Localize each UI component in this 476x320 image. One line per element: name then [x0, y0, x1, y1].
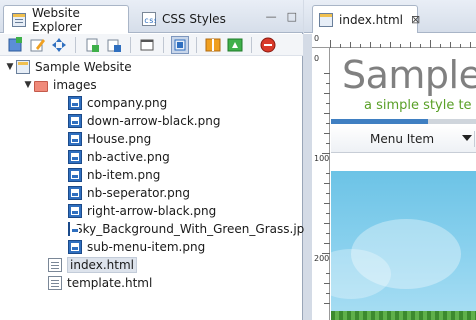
toolbar-separator	[251, 36, 252, 53]
preview-divider-accent	[331, 119, 428, 124]
tree-item-label: nb-active.png	[87, 150, 170, 164]
tree-item-label: sub-menu-item.png	[87, 240, 206, 254]
website-explorer-icon	[12, 12, 26, 27]
tree-item-label: Sky_Background_With_Green_Grass.jpg	[75, 222, 312, 236]
maximize-button[interactable]: □	[287, 10, 297, 23]
image-file-icon	[68, 240, 82, 254]
preview-site-title: Sample	[342, 53, 476, 97]
html-file-icon	[48, 276, 62, 290]
toolbar-separator	[75, 36, 76, 53]
website-explorer-panel: Website Explorer css CSS Styles — □	[0, 0, 312, 320]
tab-css-styles-label: CSS Styles	[162, 12, 226, 26]
file-tree: ▼ Sample Website ▼ images company.png do…	[0, 58, 312, 292]
tree-item-label: right-arrow-black.png	[87, 204, 217, 218]
move-icon[interactable]	[50, 36, 68, 54]
tree-item-label: template.html	[67, 276, 153, 290]
tree-folder-images[interactable]: ▼ images	[0, 76, 303, 94]
close-tab-icon[interactable]: ⊠	[411, 13, 420, 26]
editor-tab-bar: index.html ⊠	[304, 0, 476, 33]
image-file-icon	[68, 114, 82, 128]
ruler-label: 0	[314, 54, 320, 63]
image-file-icon	[68, 204, 82, 218]
image-file-icon	[68, 150, 82, 164]
tree-root[interactable]: ▼ Sample Website	[0, 58, 303, 76]
tree-item-label: down-arrow-black.png	[87, 114, 221, 128]
tree-item-image[interactable]: nb-item.png	[0, 166, 303, 184]
horizontal-ruler: 0	[312, 34, 476, 48]
tree-item-label: company.png	[87, 96, 168, 110]
tree-item-image[interactable]: Sky_Background_With_Green_Grass.jpg	[0, 220, 312, 238]
tree-item-image[interactable]: company.png	[0, 94, 303, 112]
tab-css-styles[interactable]: css CSS Styles	[134, 5, 230, 33]
stop-icon[interactable]	[259, 36, 277, 54]
tree-item-template-html[interactable]: template.html	[0, 274, 303, 292]
edit-icon[interactable]	[28, 36, 46, 54]
tree-item-label: index.html	[67, 257, 137, 273]
ruler-label: 0	[314, 34, 320, 43]
toolbar-separator	[163, 36, 164, 53]
refresh-icon[interactable]	[226, 36, 244, 54]
tab-website-explorer[interactable]: Website Explorer	[3, 5, 129, 34]
tab-index-html[interactable]: index.html ⊠	[312, 5, 420, 33]
down-arrow-icon	[462, 135, 472, 141]
tab-website-explorer-label: Website Explorer	[32, 5, 82, 34]
tree-item-label: nb-seperator.png	[87, 186, 191, 200]
tree-item-image[interactable]: down-arrow-black.png	[0, 112, 303, 130]
add-page-icon[interactable]	[83, 36, 101, 54]
tree-item-image[interactable]: nb-seperator.png	[0, 184, 303, 202]
tree-item-image[interactable]: House.png	[0, 130, 303, 148]
preview-menu-bar: Menu Item	[331, 125, 476, 153]
css-styles-icon: css	[142, 12, 159, 26]
collapse-arrow-icon[interactable]: ▼	[4, 62, 16, 72]
window-icon[interactable]	[138, 36, 156, 54]
tree-item-label: nb-item.png	[87, 168, 161, 182]
tree-item-image[interactable]: nb-active.png	[0, 148, 303, 166]
image-file-icon	[68, 168, 82, 182]
left-tab-bar: Website Explorer css CSS Styles — □	[0, 0, 303, 34]
tree-item-image[interactable]: right-arrow-black.png	[0, 202, 303, 220]
html-file-icon	[319, 12, 333, 27]
tree-folder-label: images	[53, 78, 97, 92]
image-file-icon	[68, 96, 82, 110]
preview-menu-item[interactable]: Menu Item	[370, 132, 434, 146]
editor-gutter	[304, 34, 312, 320]
explorer-toolbar	[0, 34, 303, 56]
site-icon	[16, 60, 30, 74]
window-buttons: — □	[266, 10, 297, 23]
image-file-icon	[68, 132, 82, 146]
preview-tagline: a simple style te	[364, 98, 472, 113]
image-file-icon	[68, 186, 82, 200]
html-file-icon	[48, 258, 62, 272]
add-folder-icon[interactable]	[105, 36, 123, 54]
layout-icon[interactable]	[204, 36, 222, 54]
toolbar-separator	[130, 36, 131, 53]
ruler-label: 100	[314, 154, 330, 163]
view-icon[interactable]	[171, 35, 189, 54]
collapse-arrow-icon[interactable]: ▼	[22, 80, 34, 90]
image-file-icon	[68, 222, 79, 236]
editor-panel: index.html ⊠ 0 0 100 200 Sample a simple…	[304, 0, 476, 320]
tree-item-image[interactable]: sub-menu-item.png	[0, 238, 303, 256]
tree-item-label: House.png	[87, 132, 152, 146]
tree-root-label: Sample Website	[35, 60, 132, 74]
menu-separator	[474, 131, 475, 147]
page-preview[interactable]: Sample a simple style te Menu Item	[331, 49, 476, 320]
svg-text:css: css	[144, 16, 156, 25]
new-file-icon[interactable]	[6, 36, 24, 54]
tree-item-index-html[interactable]: index.html	[0, 256, 303, 274]
grass-strip	[331, 311, 476, 320]
tab-index-html-label: index.html	[339, 12, 403, 27]
folder-icon	[34, 80, 48, 92]
vertical-ruler: 0 100 200	[312, 48, 330, 320]
minimize-button[interactable]: —	[266, 10, 277, 23]
ruler-label: 200	[314, 254, 330, 263]
toolbar-separator	[196, 36, 197, 53]
